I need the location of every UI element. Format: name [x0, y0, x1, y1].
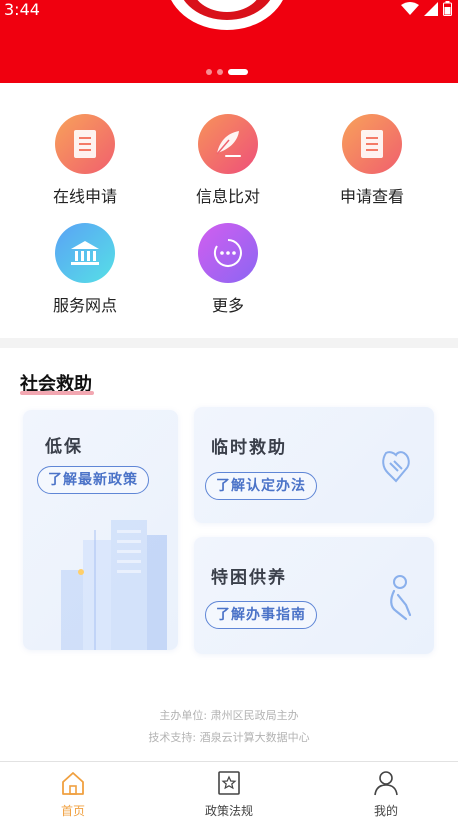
status-time: 3:44 [4, 0, 40, 19]
battery-icon [443, 1, 452, 16]
tab-mine[interactable]: 我的 [326, 770, 446, 819]
learn-policy-button[interactable]: 了解最新政策 [37, 466, 149, 494]
menu-item-apply-view[interactable]: 申请查看 [312, 114, 432, 207]
menu-item-online-apply[interactable]: 在线申请 [25, 114, 145, 207]
carousel-dot[interactable] [206, 69, 212, 75]
menu-label: 更多 [211, 296, 244, 315]
menu-label: 信息比对 [195, 187, 260, 206]
wifi-icon [401, 1, 419, 15]
more-dots-icon [198, 223, 258, 283]
document-icon [342, 114, 402, 174]
menu-label: 申请查看 [339, 187, 404, 206]
policy-star-icon [218, 771, 240, 795]
service-menu: 在线申请 信息比对 申请查看 服务网点 更多 [0, 83, 458, 338]
top-banner[interactable]: 3:44 [0, 0, 458, 83]
document-icon [55, 114, 115, 174]
menu-label: 服务网点 [52, 296, 117, 315]
title-underline [20, 391, 94, 395]
carousel-dot-active[interactable] [228, 69, 248, 75]
menu-item-info-compare[interactable]: 信息比对 [168, 114, 288, 207]
section-divider [0, 338, 458, 348]
tab-label: 我的 [373, 804, 398, 818]
user-icon [374, 771, 398, 796]
signal-icon [424, 1, 438, 16]
status-icons [401, 1, 452, 16]
city-buildings-illustration [61, 520, 167, 650]
card-title: 低保 [45, 437, 83, 457]
tech-support-text: 技术支持: 酒泉云计算大数据中心 [148, 731, 310, 744]
card-dibao[interactable]: 低保 了解最新政策 [23, 410, 178, 650]
carousel-dot[interactable] [217, 69, 223, 75]
learn-guide-button[interactable]: 了解办事指南 [205, 601, 317, 629]
tab-home[interactable]: 首页 [13, 770, 133, 819]
card-title: 临时救助 [211, 438, 287, 458]
tab-label: 政策法规 [204, 804, 253, 818]
tab-policy[interactable]: 政策法规 [169, 770, 289, 819]
handshake-icon [382, 451, 410, 483]
bottom-tab-bar: 首页 政策法规 我的 [0, 761, 458, 821]
sitting-person-icon [390, 575, 412, 621]
menu-item-service-outlets[interactable]: 服务网点 [25, 223, 145, 316]
card-temporary-relief[interactable]: 临时救助 了解认定办法 [194, 407, 434, 523]
feather-pen-icon [198, 114, 258, 174]
sponsor-text: 主办单位: 肃州区民政局主办 [159, 709, 299, 722]
menu-item-more[interactable]: 更多 [168, 223, 288, 316]
card-special-support[interactable]: 特困供养 了解办事指南 [194, 537, 434, 654]
carousel-indicator [206, 69, 248, 75]
card-title: 特困供养 [211, 568, 287, 588]
menu-label: 在线申请 [52, 187, 117, 206]
learn-criteria-button[interactable]: 了解认定办法 [205, 472, 317, 500]
home-icon [62, 772, 84, 795]
bank-building-icon [55, 223, 115, 283]
tab-label: 首页 [60, 804, 85, 818]
